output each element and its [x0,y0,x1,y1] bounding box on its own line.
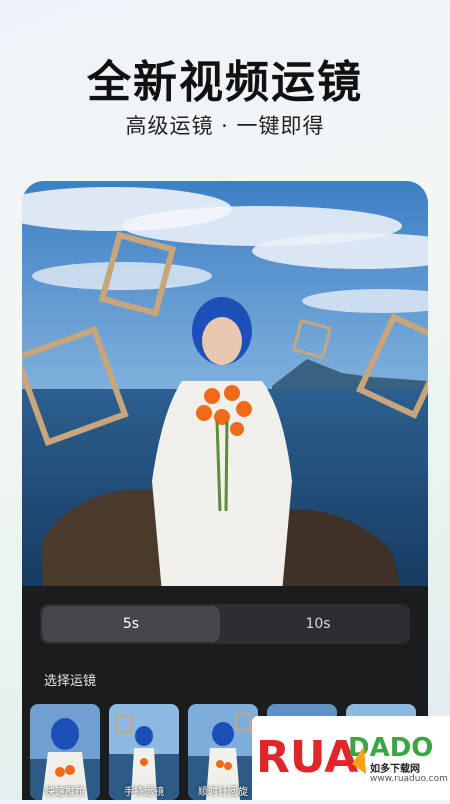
preview-image [22,181,428,593]
camera-move-item[interactable]: 手持运镜 [109,704,179,800]
duration-option-5s[interactable]: 5s [42,606,220,642]
camera-move-label: 顺时针回旋 [198,787,248,798]
duration-option-10s[interactable]: 10s [226,604,410,644]
watermark-logo: RUA DADO [256,732,433,783]
duration-selector: 5s 10s [40,604,410,644]
camera-move-section-label: 选择运镜 [44,674,97,689]
watermark-tagline: 如多下载网 [370,764,420,775]
promo-subtitle: 高级运镜 · 一键即得 [125,114,325,138]
camera-move-label: 手持运镜 [124,787,164,798]
site-watermark: RUA DADO 如多下载网 www.ruaduo.com [252,716,450,800]
svg-text:RUA: RUA [256,732,358,783]
watermark-url: www.ruaduo.com [370,774,448,784]
promo-title: 全新视频运镜 [87,57,363,108]
camera-move-item[interactable]: 快速推拉 [30,704,100,800]
camera-move-item[interactable]: 顺时针回旋 [188,704,258,800]
camera-move-label: 快速推拉 [45,787,85,798]
